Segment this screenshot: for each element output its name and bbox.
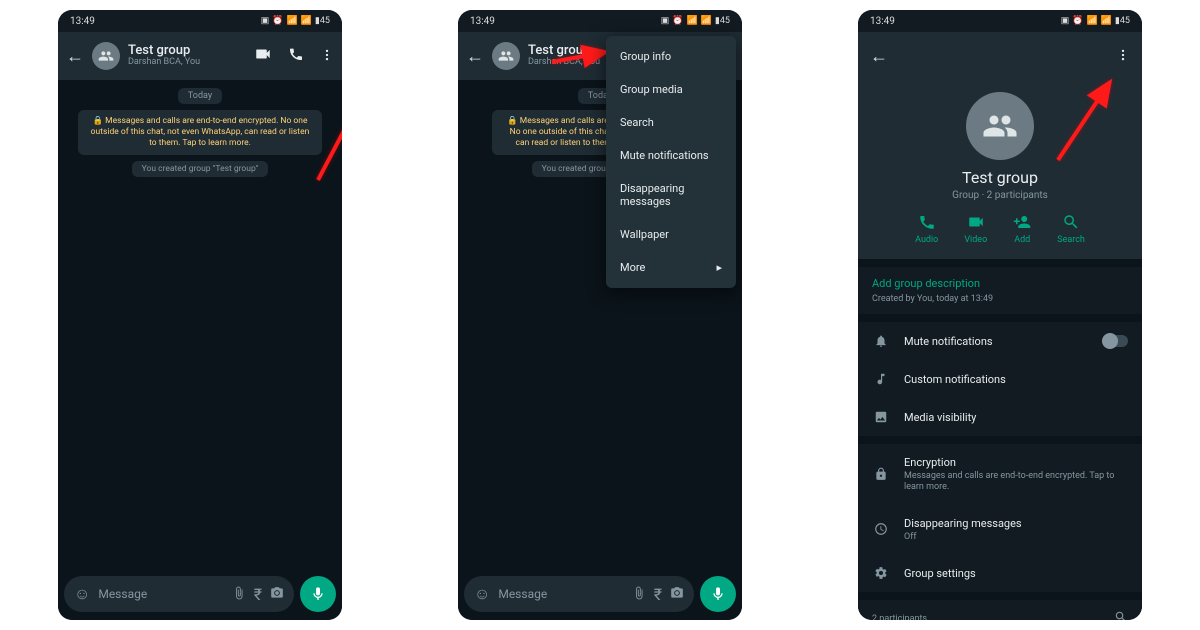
screen-2-menu: 13:49 ▣⏰📶📶▮45 ← Test group Darshan BCA, … [458,10,742,620]
camera-icon[interactable] [270,585,284,604]
attach-icon[interactable] [632,585,646,604]
chat-subtitle: Darshan BCA, You [128,58,246,68]
status-bar: 13:49 ▣⏰📶📶▮45 [858,10,1142,32]
menu-group-info[interactable]: Group info [606,40,736,73]
menu-disappearing[interactable]: Disappearing messages [606,172,736,218]
search-icon[interactable] [1114,610,1128,620]
chat-title: Test group [128,44,246,58]
back-icon[interactable]: ← [466,46,484,67]
custom-notif-item[interactable]: Custom notifications [858,360,1142,398]
description-section: Add group description Created by You, to… [858,267,1142,314]
system-message: You created group "Test group" [132,161,269,177]
group-avatar[interactable] [492,42,520,70]
menu-more[interactable]: More▸ [606,251,736,284]
timer-icon [872,522,890,536]
action-search[interactable]: Search [1057,213,1085,245]
music-note-icon [872,372,890,386]
chat-body: Today 🔒 Messages and calls are end-to-en… [58,80,342,620]
rupee-icon[interactable]: ₹ [254,585,262,604]
gear-icon [872,566,890,580]
group-name: Test group [962,168,1038,187]
group-avatar[interactable] [92,42,120,70]
input-placeholder: Message [498,587,623,601]
camera-icon[interactable] [670,585,684,604]
action-add[interactable]: Add [1013,213,1031,245]
menu-search[interactable]: Search [606,106,736,139]
emoji-icon[interactable]: ☺ [474,584,490,604]
options-dropdown: Group info Group media Search Mute notif… [606,36,736,288]
group-subtitle: Group · 2 participants [952,190,1048,201]
add-description[interactable]: Add group description [872,277,1128,290]
mute-toggle[interactable] [1102,335,1128,347]
message-input[interactable]: ☺ Message ₹ [464,576,694,612]
voice-call-icon[interactable] [288,46,304,66]
back-icon[interactable]: ← [66,46,84,67]
screen-1-chat: 13:49 ▣⏰📶📶▮45 ← Test group Darshan BCA, … [58,10,342,620]
media-visibility-item[interactable]: Media visibility [858,398,1142,436]
more-options-icon[interactable] [320,47,334,66]
status-time: 13:49 [870,16,895,27]
info-app-bar: ← [858,32,1142,80]
status-icons: ▣⏰📶📶▮45 [661,16,730,26]
mic-button[interactable] [300,576,336,612]
group-settings-item[interactable]: Group settings [858,554,1142,592]
status-bar: 13:49 ▣⏰📶📶▮45 [58,10,342,32]
mute-item[interactable]: Mute notifications [858,322,1142,360]
menu-group-media[interactable]: Group media [606,73,736,106]
lock-icon [872,467,890,481]
rupee-icon[interactable]: ₹ [654,585,662,604]
action-audio[interactable]: Audio [915,213,938,245]
menu-wallpaper[interactable]: Wallpaper [606,218,736,251]
date-pill: Today [178,88,222,104]
mic-button[interactable] [700,576,736,612]
video-call-icon[interactable] [254,45,272,67]
status-bar: 13:49 ▣⏰📶📶▮45 [458,10,742,32]
screen-3-group-info: 13:49 ▣⏰📶📶▮45 ← Test group Group · 2 par… [858,10,1142,620]
group-hero: Test group Group · 2 participants Audio … [858,80,1142,259]
encryption-item[interactable]: EncryptionMessages and calls are end-to-… [858,444,1142,505]
group-avatar-large[interactable] [966,92,1034,160]
status-time: 13:49 [70,16,95,27]
input-row: ☺ Message ₹ [64,576,336,612]
participants-header: 2 participants [858,600,1142,620]
chat-title-block[interactable]: Test group Darshan BCA, You [128,44,246,68]
back-icon[interactable]: ← [870,46,888,67]
disappearing-item[interactable]: Disappearing messagesOff [858,505,1142,555]
more-options-icon[interactable] [1116,47,1130,66]
message-input[interactable]: ☺ Message ₹ [64,576,294,612]
image-icon [872,410,890,424]
encryption-notice[interactable]: 🔒 Messages and calls are end-to-end encr… [78,110,322,155]
attach-icon[interactable] [232,585,246,604]
chevron-right-icon: ▸ [716,261,722,274]
bell-icon [872,334,890,348]
status-time: 13:49 [470,16,495,27]
chat-app-bar: ← Test group Darshan BCA, You [58,32,342,80]
status-icons: ▣⏰📶📶▮45 [1061,16,1130,26]
action-video[interactable]: Video [964,213,987,245]
input-placeholder: Message [98,587,223,601]
menu-mute[interactable]: Mute notifications [606,139,736,172]
input-row: ☺ Message ₹ [464,576,736,612]
created-label: Created by You, today at 13:49 [872,294,1128,304]
status-icons: ▣⏰📶📶▮45 [261,16,330,26]
emoji-icon[interactable]: ☺ [74,584,90,604]
